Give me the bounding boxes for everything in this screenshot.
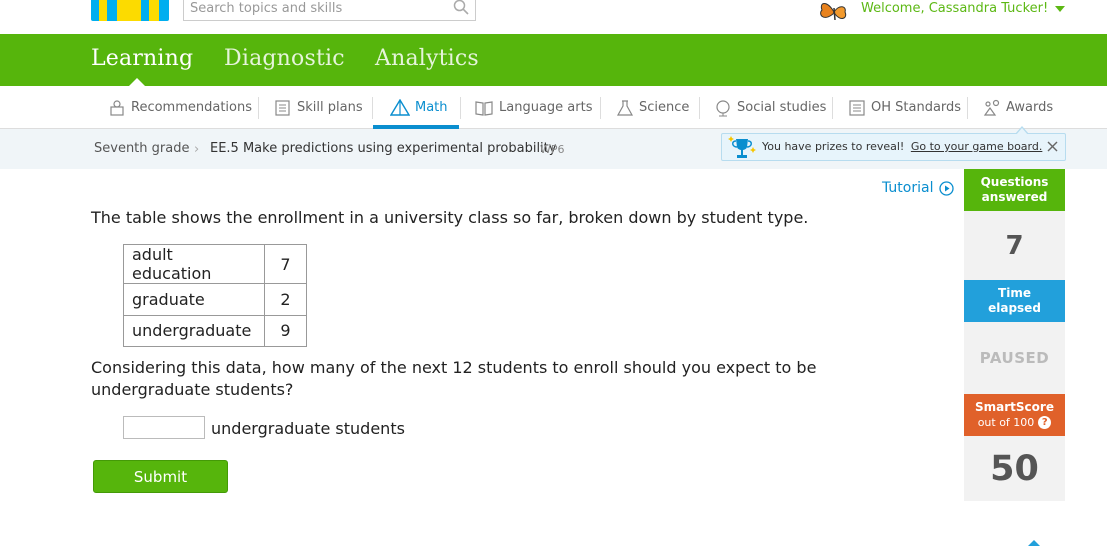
tutorial-label: Tutorial	[882, 180, 934, 196]
subnav-item-label: Math	[415, 100, 448, 115]
subnav-item-label: Language arts	[499, 100, 593, 115]
tab-learning[interactable]: Learning	[91, 46, 193, 71]
submit-button[interactable]: Submit	[93, 460, 228, 493]
table-cell-count: 9	[264, 314, 307, 347]
chevron-right-icon: ›	[194, 142, 200, 157]
game-board-link[interactable]: Go to your game board.	[911, 140, 1042, 153]
subnav-item-oh-standards[interactable]: OH Standards	[848, 86, 961, 129]
questions-answered-value: 7	[964, 211, 1065, 280]
questions-answered-header: Questions answered	[964, 169, 1065, 211]
smartscore-sublabel: out of 100	[977, 416, 1035, 429]
table-cell-count: 2	[264, 283, 307, 316]
time-elapsed-header: Time elapsed	[964, 280, 1065, 322]
close-icon[interactable]	[1046, 140, 1059, 153]
smartscore-value: 50	[964, 436, 1065, 501]
active-tab-pointer	[129, 78, 145, 86]
standards-icon	[849, 99, 865, 116]
table-cell-type: adult education	[123, 244, 265, 284]
subnav-item-label: OH Standards	[871, 100, 962, 115]
top-bar: Welcome, Cassandra Tucker!	[0, 0, 1107, 34]
table-row: graduate 2	[123, 283, 307, 316]
questions-answered-label: Questions answered	[980, 175, 1049, 204]
subnav-item-label: Skill plans	[297, 100, 363, 115]
tutorial-link[interactable]: Tutorial	[882, 180, 955, 196]
time-elapsed-value[interactable]: PAUSED	[964, 322, 1065, 394]
question-text: Considering this data, how many of the n…	[91, 358, 817, 399]
awards-icon	[983, 99, 1000, 116]
subnav-item-label: Awards	[1006, 100, 1054, 115]
table-row: adult education 7	[123, 244, 307, 284]
subnav-item-label: Recommendations	[131, 100, 253, 115]
time-elapsed-label: Time elapsed	[988, 286, 1041, 315]
scroll-to-top-icon[interactable]	[1028, 540, 1040, 546]
book-icon	[475, 100, 493, 116]
table-cell-type: undergraduate	[123, 314, 265, 347]
progress-panel: Questions answered 7 Time elapsed PAUSED…	[964, 169, 1065, 501]
subnav-item-label: Social studies	[737, 100, 827, 115]
breadcrumb-skill: EE.5 Make predictions using experimental…	[210, 141, 557, 156]
smartscore-label: SmartScore	[975, 400, 1054, 414]
subnav-item-language-arts[interactable]: Language arts	[474, 86, 592, 129]
subnav-item-label: Science	[639, 100, 690, 115]
search-box[interactable]	[183, 0, 476, 21]
smartscore-header: SmartScore out of 100 ?	[964, 394, 1065, 436]
play-circle-icon	[939, 180, 955, 196]
table-cell-type: graduate	[123, 283, 265, 316]
tab-analytics[interactable]: Analytics	[375, 46, 479, 71]
answer-input[interactable]	[124, 417, 204, 438]
trophy-icon	[728, 136, 756, 158]
subnav-item-social-studies[interactable]: Social studies	[714, 86, 826, 129]
recommendations-icon	[110, 99, 124, 116]
ixl-logo[interactable]	[91, 0, 169, 21]
breadcrumb-grade[interactable]: Seventh grade	[94, 141, 189, 156]
question-prompt: The table shows the enrollment in a univ…	[91, 208, 809, 227]
table-cell-count: 7	[264, 244, 307, 284]
math-icon	[390, 98, 410, 116]
subnav-item-science[interactable]: Science	[616, 86, 689, 129]
prize-text: You have prizes to reveal!	[762, 140, 905, 153]
main-nav: Learning Diagnostic Analytics	[0, 34, 1107, 86]
answer-unit-label: undergraduate students	[211, 419, 405, 438]
table-row: undergraduate 9	[123, 314, 307, 347]
subnav-item-recommendations[interactable]: Recommendations	[108, 86, 252, 129]
welcome-user-menu[interactable]: Welcome, Cassandra Tucker!	[861, 1, 1048, 16]
skill-plans-icon	[275, 99, 290, 116]
help-icon[interactable]: ?	[1038, 416, 1052, 429]
flask-icon	[616, 99, 634, 116]
search-icon[interactable]	[453, 0, 469, 15]
subnav-item-math[interactable]: Math	[390, 86, 448, 129]
subject-nav: Recommendations Skill plans Math Languag…	[0, 86, 1107, 129]
subnav-item-awards[interactable]: Awards	[983, 86, 1053, 129]
tab-diagnostic[interactable]: Diagnostic	[224, 46, 345, 71]
answer-box[interactable]	[123, 416, 205, 439]
globe-icon	[716, 99, 730, 116]
caret-down-icon[interactable]	[1055, 6, 1065, 12]
search-input[interactable]	[190, 0, 440, 18]
subnav-item-skill-plans[interactable]: Skill plans	[274, 86, 363, 129]
enrollment-table: adult education 7 graduate 2 undergradua…	[123, 244, 307, 347]
prize-banner: You have prizes to reveal! Go to your ga…	[721, 126, 1066, 161]
skill-code: WP6	[540, 143, 565, 156]
butterfly-avatar-icon[interactable]	[817, 0, 851, 24]
